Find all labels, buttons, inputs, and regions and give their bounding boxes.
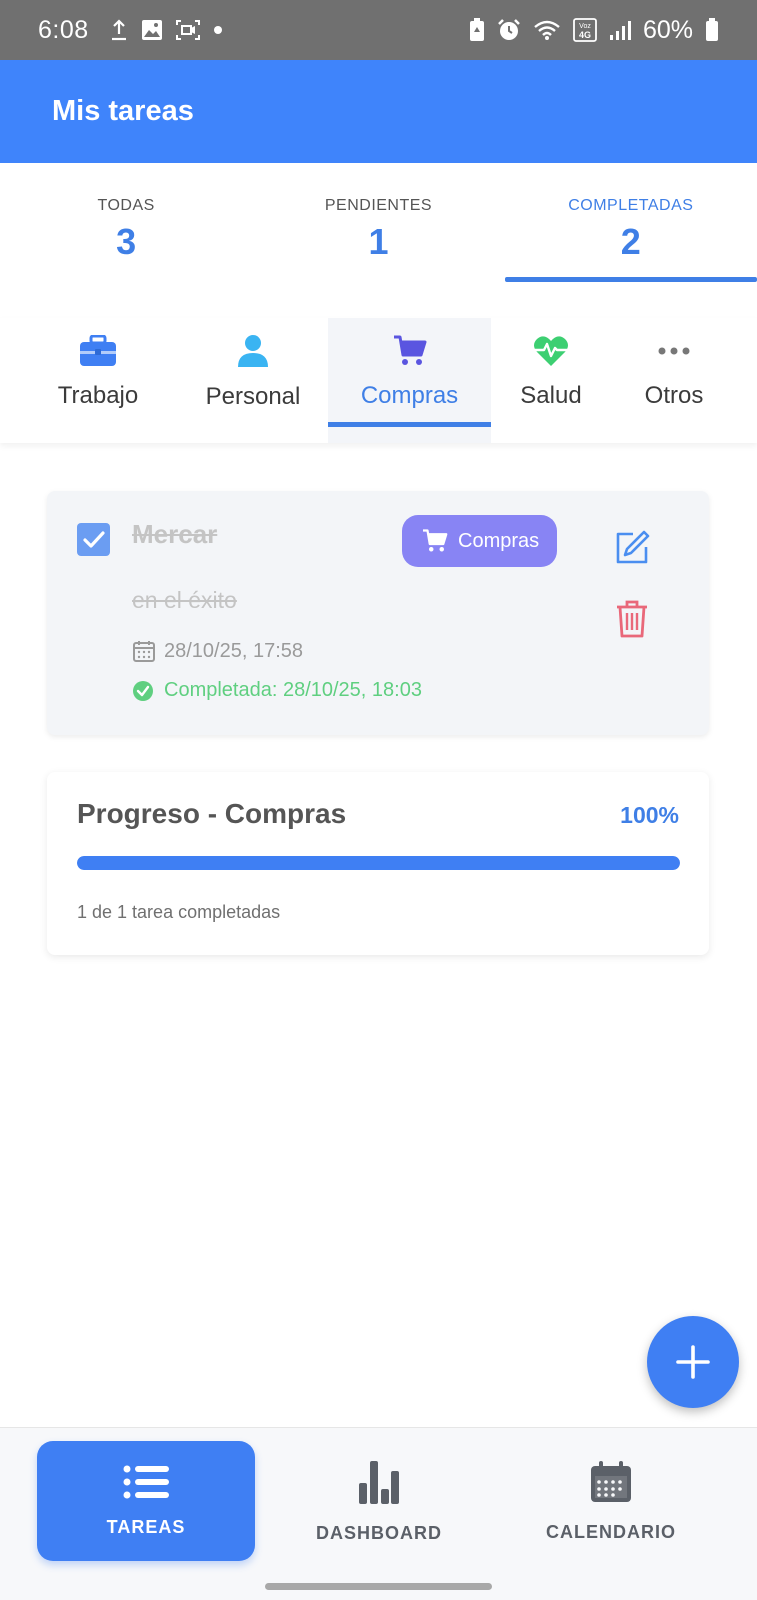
battery-percent: 60% xyxy=(642,15,693,44)
list-icon xyxy=(123,1465,169,1498)
briefcase-icon xyxy=(79,334,117,372)
image-icon xyxy=(141,19,163,41)
progress-card: Progreso - Compras 100% 1 de 1 tarea com… xyxy=(47,772,709,955)
calendar-small-icon xyxy=(133,641,155,662)
tab-count: 2 xyxy=(620,221,641,262)
progress-title: Progreso - Compras xyxy=(77,798,347,829)
app-bar: Mis tareas xyxy=(0,60,757,163)
task-completed-date: Completada: 28/10/25, 18:03 xyxy=(132,679,422,702)
category-tab-trabajo[interactable]: Trabajo xyxy=(18,318,178,443)
tab-completadas[interactable]: COMPLETADAS 2 xyxy=(504,163,757,288)
cart-icon xyxy=(423,529,448,552)
progress-bar-fill xyxy=(77,856,680,870)
nav-label: TAREAS xyxy=(106,1516,186,1537)
delete-icon[interactable] xyxy=(615,599,649,644)
volte-4g-icon: Voz 4G xyxy=(573,18,597,42)
progress-summary: 1 de 1 tarea completadas xyxy=(77,902,281,922)
svg-text:Voz: Voz xyxy=(579,23,591,30)
category-label: Salud xyxy=(520,382,582,409)
nav-label: CALENDARIO xyxy=(546,1521,676,1542)
category-tab-personal[interactable]: Personal xyxy=(178,318,328,443)
category-tab-compras[interactable]: Compras xyxy=(328,318,491,443)
progress-percent: 100% xyxy=(620,802,679,828)
nav-dashboard[interactable]: DASHBOARD xyxy=(270,1441,488,1561)
cart-icon xyxy=(393,335,427,372)
dot-icon xyxy=(213,25,223,35)
wifi-icon xyxy=(533,19,561,41)
tab-label: COMPLETADAS xyxy=(568,197,694,214)
battery-saver-icon xyxy=(469,18,485,42)
tab-todas[interactable]: TODAS 3 xyxy=(0,163,252,288)
tab-pendientes[interactable]: PENDIENTES 1 xyxy=(252,163,504,288)
task-completed-text: Completada: 28/10/25, 18:03 xyxy=(164,679,422,701)
task-category-badge: Compras xyxy=(402,515,558,567)
svg-text:4G: 4G xyxy=(579,30,591,40)
alarm-icon xyxy=(497,18,521,42)
task-created-date: 28/10/25, 17:58 xyxy=(132,639,303,663)
upload-icon xyxy=(109,18,129,42)
nav-calendario[interactable]: CALENDARIO xyxy=(502,1441,720,1561)
bottom-nav: TAREAS DASHBOARD CALENDARIO xyxy=(0,1427,757,1600)
tab-label: TODAS xyxy=(97,197,155,214)
category-label: Trabajo xyxy=(57,382,139,409)
badge-label: Compras xyxy=(458,529,540,552)
edit-icon[interactable] xyxy=(613,529,651,572)
person-icon xyxy=(237,334,269,373)
progress-bar xyxy=(77,856,680,870)
task-description: en el éxito xyxy=(132,587,237,613)
tab-count: 3 xyxy=(116,221,137,262)
nav-tareas[interactable]: TAREAS xyxy=(37,1441,255,1561)
page-title: Mis tareas xyxy=(52,95,194,127)
check-circle-icon xyxy=(133,680,153,701)
task-created-text: 28/10/25, 17:58 xyxy=(164,639,304,662)
calendar-icon xyxy=(591,1460,631,1502)
category-label: Personal xyxy=(205,383,301,410)
app-screen: 6:08 Voz 4G 60% Mis tareas TODAS 3 PENDI… xyxy=(0,0,757,1600)
plus-icon xyxy=(676,1345,710,1379)
heart-pulse-icon xyxy=(533,335,569,372)
checkmark-icon xyxy=(82,530,105,548)
status-bar: 6:08 Voz 4G 60% xyxy=(0,0,757,60)
category-tab-otros[interactable]: Otros xyxy=(611,318,737,443)
signal-icon xyxy=(609,19,631,41)
task-title: Mercar xyxy=(132,519,218,549)
category-label: Compras xyxy=(360,382,459,409)
screen-record-icon xyxy=(175,19,201,41)
tab-count: 1 xyxy=(368,221,389,262)
status-time: 6:08 xyxy=(38,15,89,44)
task-checkbox[interactable] xyxy=(77,523,110,556)
nav-label: DASHBOARD xyxy=(316,1522,442,1543)
category-label: Otros xyxy=(644,382,704,409)
task-card[interactable]: Mercar Compras en el éxito 28/10/25, 17:… xyxy=(47,491,709,735)
more-icon xyxy=(657,335,691,372)
add-task-button[interactable] xyxy=(647,1316,739,1408)
status-bar-right: Voz 4G 60% xyxy=(469,16,719,45)
tab-label: PENDIENTES xyxy=(324,197,433,214)
category-tab-salud[interactable]: Salud xyxy=(491,318,611,443)
status-bar-left: 6:08 xyxy=(38,16,223,45)
home-indicator[interactable] xyxy=(265,1583,492,1590)
filter-tabs: TODAS 3 PENDIENTES 1 COMPLETADAS 2 xyxy=(0,163,757,288)
battery-icon xyxy=(705,18,719,42)
bar-chart-icon xyxy=(359,1460,399,1504)
category-tabs: Trabajo Personal Compras Salud Otros xyxy=(0,318,757,443)
